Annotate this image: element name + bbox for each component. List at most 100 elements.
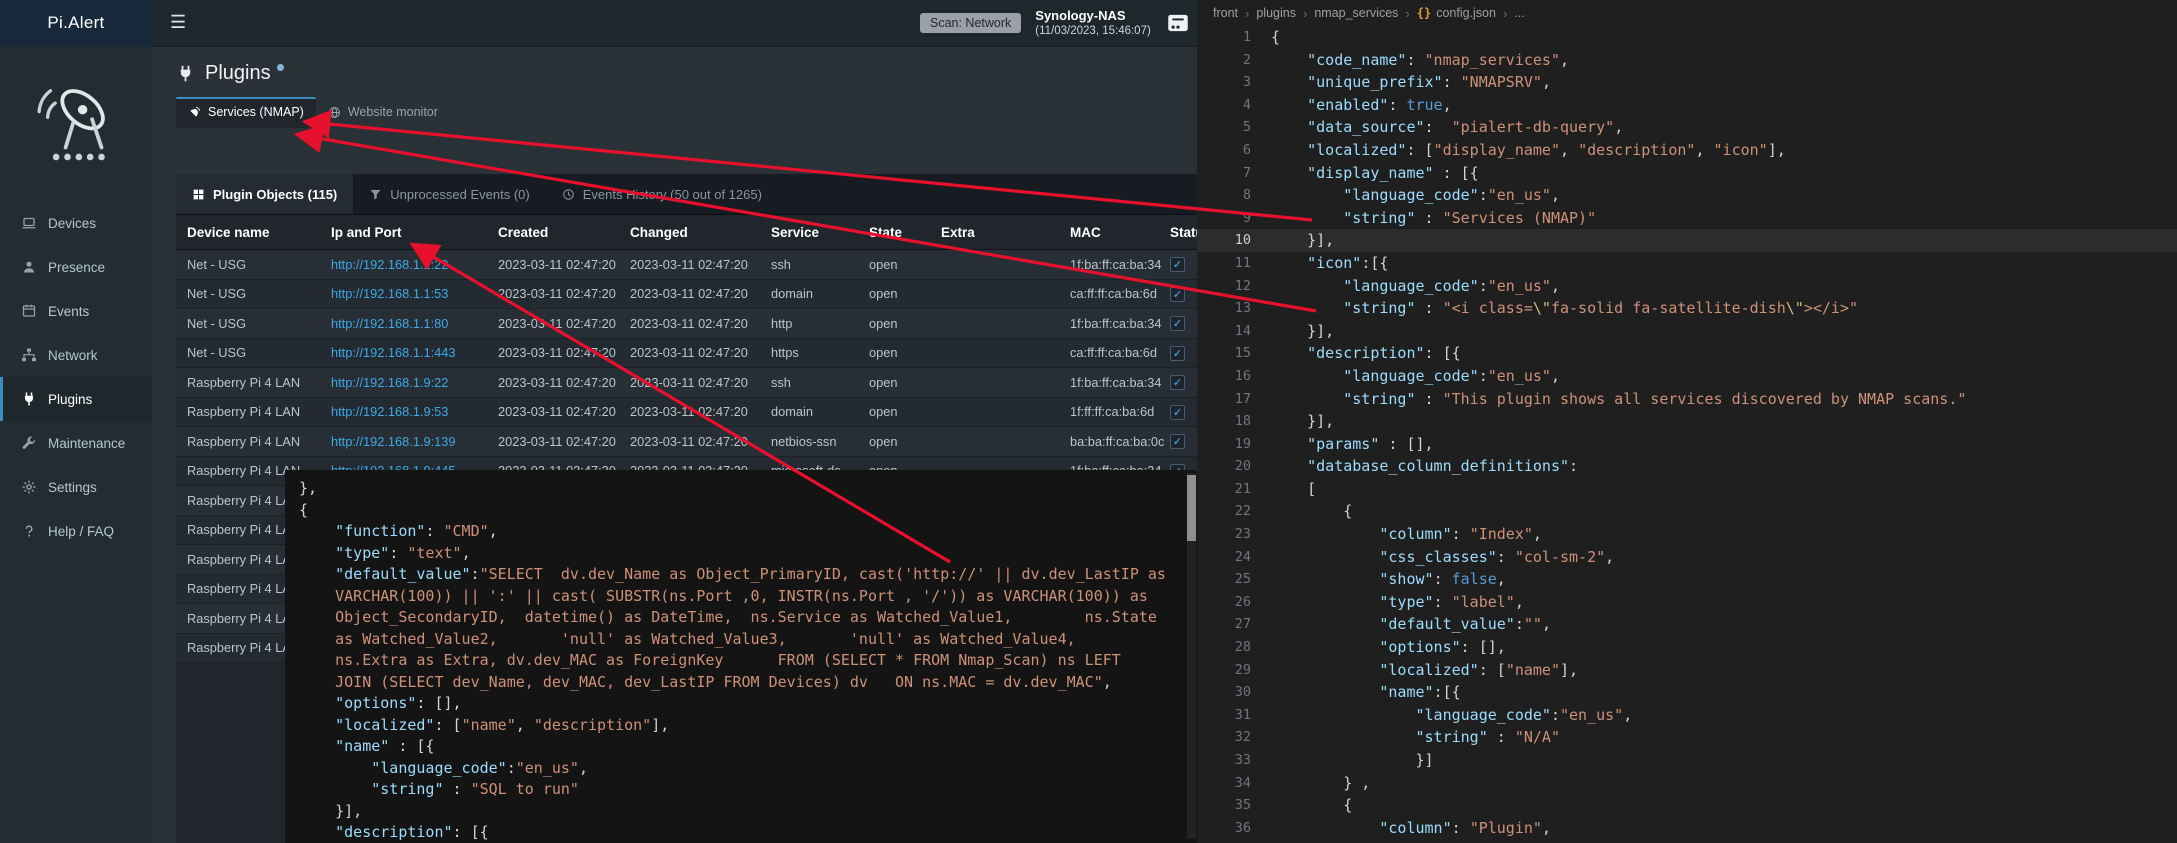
cell-created: 2023-03-11 02:47:20 <box>498 345 630 360</box>
ip-port-link[interactable]: http://192.168.1.9:22 <box>331 375 498 390</box>
sidebar-item-maintenance[interactable]: Maintenance <box>0 421 152 465</box>
breadcrumb-item-config-json[interactable]: {}config.json <box>1417 6 1496 20</box>
code-text: "unique_prefix": "NMAPSRV", <box>1271 71 1551 94</box>
ip-port-link[interactable]: http://192.168.1.1:80 <box>331 316 498 331</box>
chevron-right-icon: › <box>1245 6 1249 21</box>
line-number: 15 <box>1197 342 1271 365</box>
sidebar-item-settings[interactable]: Settings <box>0 465 152 509</box>
code-text: "language_code":"en_us", <box>1271 704 1632 727</box>
scan-status-badge[interactable]: Scan: Network <box>920 13 1021 33</box>
subtab-events-history-50-out-of-1265[interactable]: Events History (50 out of 1265) <box>546 174 778 214</box>
code-line: 18 }], <box>1197 410 2177 433</box>
globe-icon <box>328 106 341 119</box>
cell-changed: 2023-03-11 02:47:20 <box>630 345 771 360</box>
sidebar-item-plugins[interactable]: Plugins <box>0 377 152 421</box>
code-line: 10 }], <box>1197 229 2177 252</box>
line-number: 4 <box>1197 94 1271 117</box>
breadcrumb-item-[interactable]: ... <box>1514 6 1524 20</box>
code-line: 2 "code_name": "nmap_services", <box>1197 49 2177 72</box>
ip-port-link[interactable]: http://192.168.1.1:443 <box>331 345 498 360</box>
breadcrumb-item-plugins[interactable]: plugins <box>1256 6 1296 20</box>
line-number: 26 <box>1197 591 1271 614</box>
table-row: Net - USGhttp://192.168.1.1:532023-03-11… <box>176 280 1252 310</box>
code-line: 36 "column": "Plugin", <box>1197 817 2177 840</box>
cell-service: netbios-ssn <box>771 434 869 449</box>
status-checkbox[interactable]: ✓ <box>1170 287 1185 302</box>
hamburger-icon[interactable]: ☰ <box>170 12 186 33</box>
code-text: "data_source": "pialert-db-query", <box>1271 116 1623 139</box>
ip-port-link[interactable]: http://192.168.1.9:139 <box>331 434 498 449</box>
line-number: 18 <box>1197 410 1271 433</box>
tab-website-monitor[interactable]: Website monitor <box>316 97 450 128</box>
status-checkbox[interactable]: ✓ <box>1170 257 1185 272</box>
tab-services-nmap[interactable]: Services (NMAP) <box>176 97 316 128</box>
subtab-plugin-objects-115[interactable]: Plugin Objects (115) <box>176 174 353 214</box>
ip-port-link[interactable]: http://192.168.1.1:53 <box>331 286 498 301</box>
cell-mac: 1f:ff:ff:ca:ba:6d <box>1070 404 1170 419</box>
line-number: 7 <box>1197 162 1271 185</box>
status-checkbox[interactable]: ✓ <box>1170 375 1185 390</box>
column-header-device-name[interactable]: Device name <box>187 225 331 240</box>
column-header-service[interactable]: Service <box>771 225 869 240</box>
sidebar-item-devices[interactable]: Devices <box>0 201 152 245</box>
code-line: 15 "description": [{ <box>1197 342 2177 365</box>
code-text: "localized": ["name"], <box>1271 659 1578 682</box>
codebox-scrollbar[interactable] <box>1187 473 1196 839</box>
sidebar-item-help-faq[interactable]: Help / FAQ <box>0 509 152 553</box>
tab-label: Unprocessed Events (0) <box>390 187 529 202</box>
brand-logo[interactable]: Pi.Alert <box>0 0 152 46</box>
chevron-right-icon: › <box>1503 6 1507 21</box>
code-line: 26 "type": "label", <box>1197 591 2177 614</box>
code-editor[interactable]: front › plugins › nmap_services › {}config.jso… <box>1197 0 2177 843</box>
cell-service: http <box>771 316 869 331</box>
sidebar-item-network[interactable]: Network <box>0 333 152 377</box>
status-checkbox[interactable]: ✓ <box>1170 346 1185 361</box>
code-text: "css_classes": "col-sm-2", <box>1271 546 1614 569</box>
chevron-right-icon: › <box>1405 6 1409 21</box>
status-checkbox[interactable]: ✓ <box>1170 434 1185 449</box>
code-line: 8 "language_code":"en_us", <box>1197 184 2177 207</box>
breadcrumb-item-front[interactable]: front <box>1213 6 1238 20</box>
nas-icon <box>1165 10 1191 36</box>
code-text: "icon":[{ <box>1271 252 1388 275</box>
column-header-state[interactable]: State <box>869 225 941 240</box>
plugins-help-badge[interactable] <box>277 64 284 71</box>
tab-label: Plugin Objects (115) <box>213 187 337 202</box>
code-text: { <box>1271 500 1352 523</box>
table-row: Net - USGhttp://192.168.1.1:4432023-03-1… <box>176 339 1252 369</box>
cell-mac: ba:ba:ff:ca:ba:0c <box>1070 434 1170 449</box>
column-header-changed[interactable]: Changed <box>630 225 771 240</box>
line-number: 30 <box>1197 681 1271 704</box>
sidebar-item-presence[interactable]: Presence <box>0 245 152 289</box>
column-header-mac[interactable]: MAC <box>1070 225 1170 240</box>
column-header-extra[interactable]: Extra <box>941 225 1070 240</box>
breadcrumb-item-nmap-services[interactable]: nmap_services <box>1314 6 1398 20</box>
codebox-scrollbar-thumb[interactable] <box>1187 475 1196 541</box>
status-checkbox[interactable]: ✓ <box>1170 405 1185 420</box>
plugin-config-code-panel[interactable]: },{ "function": "CMD", "type": "text", "… <box>285 470 1197 843</box>
subtab-unprocessed-events-0[interactable]: Unprocessed Events (0) <box>353 174 545 214</box>
code-line: 11 "icon":[{ <box>1197 252 2177 275</box>
sidebar-item-events[interactable]: Events <box>0 289 152 333</box>
table-header: Device nameIp and PortCreatedChangedServ… <box>176 215 1252 250</box>
code-line: 33 }] <box>1197 749 2177 772</box>
page-title: Plugins <box>205 62 271 85</box>
line-number: 25 <box>1197 568 1271 591</box>
status-checkbox[interactable]: ✓ <box>1170 316 1185 331</box>
line-number: 14 <box>1197 320 1271 343</box>
code-line: as Watched_Value2, 'null' as Watched_Val… <box>299 629 1183 651</box>
code-line: JOIN (SELECT dev_Name, dev_MAC, dev_Last… <box>299 672 1183 694</box>
column-header-created[interactable]: Created <box>498 225 630 240</box>
code-text: "code_name": "nmap_services", <box>1271 49 1569 72</box>
ip-port-link[interactable]: http://192.168.1.1:22 <box>331 257 498 272</box>
code-text: }] <box>1271 749 1434 772</box>
sidebar-item-label: Presence <box>48 260 105 275</box>
code-line: 13 "string" : "<i class=\"fa-solid fa-sa… <box>1197 297 2177 320</box>
cell-service: domain <box>771 286 869 301</box>
code-line: 28 "options": [], <box>1197 636 2177 659</box>
column-header-ip-and-port[interactable]: Ip and Port <box>331 225 498 240</box>
sitemap-icon <box>21 347 38 364</box>
ip-port-link[interactable]: http://192.168.1.9:53 <box>331 404 498 419</box>
code-line: 7 "display_name" : [{ <box>1197 162 2177 185</box>
cell-changed: 2023-03-11 02:47:20 <box>630 404 771 419</box>
